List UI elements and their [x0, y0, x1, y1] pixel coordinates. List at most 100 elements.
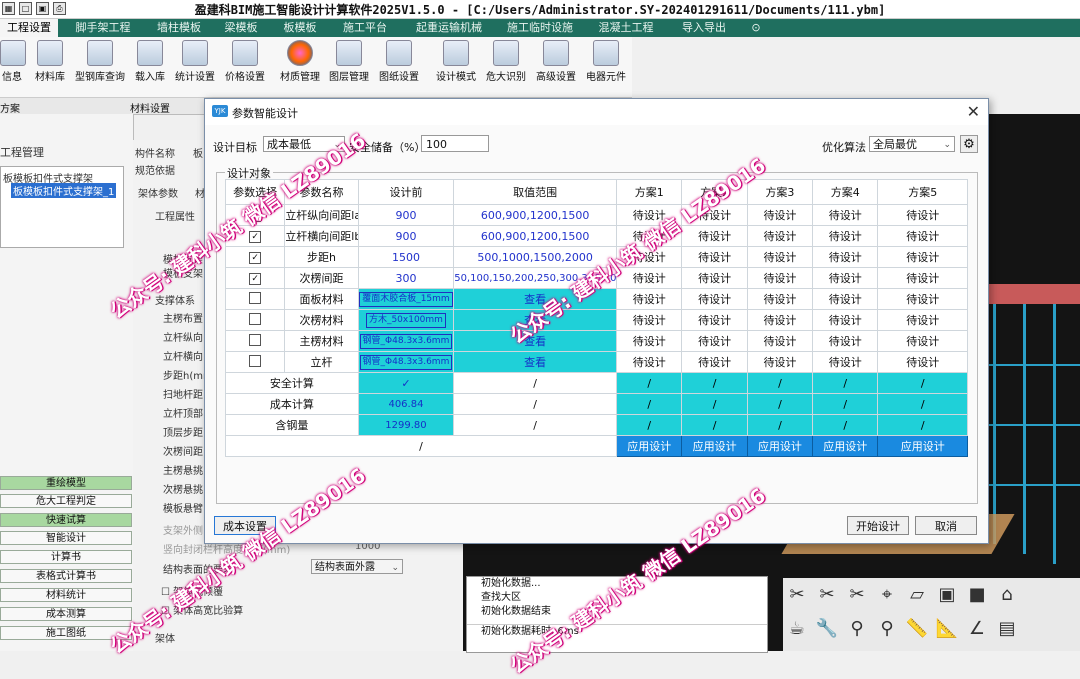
- project-management-panel: 工程管理 板模板扣件式支撑架 板模板扣件式支撑架_1 重绘模型 危大工程判定 快…: [0, 114, 134, 651]
- param-checkbox[interactable]: ✓: [224, 246, 286, 268]
- box-solid-icon[interactable]: ■: [965, 582, 989, 608]
- ribbon-electrical-element-button[interactable]: 电器元件: [583, 40, 629, 83]
- tab-frame-params[interactable]: 架体参数: [138, 185, 178, 200]
- param-checkbox[interactable]: [224, 351, 286, 373]
- apply-scheme-3-button[interactable]: 应用设计: [746, 435, 814, 457]
- tree-node-selected[interactable]: 板模板扣件式支撑架_1: [11, 183, 117, 198]
- hazard-judgement-button[interactable]: 危大工程判定: [0, 494, 132, 508]
- ribbon-statistics-settings-button[interactable]: 统计设置: [172, 40, 218, 83]
- safety-reserve-label: 安全储备（%）: [349, 141, 426, 154]
- cost-settings-button[interactable]: 成本设置: [214, 516, 276, 535]
- ruler-diagonal-icon[interactable]: 📐: [935, 616, 959, 642]
- output-log: 初始化数据... 查找大区 初始化数据结束 初始化数据耗时: 6ms: [466, 576, 768, 653]
- material-before[interactable]: 覆面木胶合板_15mm: [357, 288, 455, 310]
- param-before[interactable]: 900: [357, 225, 455, 247]
- ribbon-material-library-button[interactable]: 材料库: [31, 40, 69, 83]
- menu-project-settings[interactable]: 工程设置: [0, 19, 58, 37]
- apply-scheme-2-button[interactable]: 应用设计: [681, 435, 748, 457]
- view-range-button[interactable]: 查看: [453, 309, 618, 331]
- house-icon[interactable]: ⌂: [995, 582, 1019, 608]
- menu-expand-icon[interactable]: ⊙: [745, 19, 767, 37]
- ribbon-layer-manage-button[interactable]: 图层管理: [326, 40, 372, 83]
- param-range[interactable]: 600,900,1200,1500: [453, 225, 618, 247]
- ribbon-drawing-settings-button[interactable]: 图纸设置: [376, 40, 422, 83]
- optimization-algorithm-select[interactable]: 全局最优 ⌄: [869, 136, 955, 152]
- material-statistics-button[interactable]: 材料统计: [0, 588, 132, 602]
- ribbon-hazard-recognition-button[interactable]: 危大识别: [483, 40, 529, 83]
- apply-scheme-1-button[interactable]: 应用设计: [616, 435, 683, 457]
- scissors-icon[interactable]: ✂: [785, 582, 809, 608]
- material-before[interactable]: 钢管_Φ48.3x3.6mm: [357, 330, 455, 352]
- view-range-button[interactable]: 查看: [453, 288, 618, 310]
- scissors-icon[interactable]: ✂: [845, 582, 869, 608]
- param-checkbox[interactable]: [224, 330, 286, 352]
- close-icon[interactable]: ✕: [967, 102, 980, 121]
- scheme-cell: 待设计: [812, 288, 879, 310]
- apply-scheme-4-button[interactable]: 应用设计: [812, 435, 879, 457]
- menu-scaffold[interactable]: 脚手架工程: [66, 19, 140, 37]
- param-checkbox[interactable]: [224, 309, 286, 331]
- cancel-button[interactable]: 取消: [915, 516, 977, 535]
- menu-construction-platform[interactable]: 施工平台: [335, 19, 395, 37]
- cost-estimate-button[interactable]: 成本测算: [0, 607, 132, 621]
- param-before[interactable]: 900: [357, 204, 455, 226]
- param-checkbox[interactable]: ✓: [224, 225, 286, 247]
- menu-concrete[interactable]: 混凝土工程: [588, 19, 664, 37]
- structure-surface-select[interactable]: 结构表面外露 ⌄: [311, 559, 403, 574]
- gear-icon[interactable]: ⚙: [960, 135, 978, 153]
- ribbon-design-mode-button[interactable]: 设计模式: [433, 40, 479, 83]
- box-icon[interactable]: ▣: [935, 582, 959, 608]
- menu-wall-column-formwork[interactable]: 墙柱模板: [148, 19, 210, 37]
- start-design-button[interactable]: 开始设计: [847, 516, 909, 535]
- menu-slab-formwork[interactable]: 板模板: [275, 19, 325, 37]
- ruler-icon[interactable]: 📏: [905, 616, 929, 642]
- dwg-export-icon[interactable]: ▤: [995, 616, 1019, 642]
- param-range[interactable]: 600,900,1200,1500: [453, 204, 618, 226]
- axis-icon[interactable]: ⌖: [875, 582, 899, 608]
- scheme-cell: 待设计: [877, 288, 968, 310]
- menu-beam-formwork[interactable]: 梁模板: [216, 19, 266, 37]
- param-checkbox[interactable]: ✓: [224, 204, 286, 226]
- scissors-icon[interactable]: ✂: [815, 582, 839, 608]
- safety-reserve-input[interactable]: 100: [421, 135, 489, 152]
- ribbon-material-manage-button[interactable]: 材质管理: [278, 40, 322, 83]
- ribbon-steel-query-button[interactable]: 型钢库查询: [72, 40, 128, 83]
- scheme-result: /: [681, 414, 748, 436]
- height-width-ratio-checkbox[interactable]: ☐ 架体高宽比验算: [161, 602, 243, 617]
- wrench-icon[interactable]: 🔧: [815, 616, 839, 642]
- teapot-icon[interactable]: ☕: [785, 616, 809, 642]
- ribbon-price-settings-button[interactable]: 价格设置: [222, 40, 268, 83]
- param-before[interactable]: 1500: [357, 246, 455, 268]
- ribbon-load-library-button[interactable]: 载入库: [132, 40, 168, 83]
- param-range[interactable]: 50,100,150,200,250,300,350,400: [453, 267, 618, 289]
- apply-scheme-5-button[interactable]: 应用设计: [877, 435, 968, 457]
- construction-drawing-button[interactable]: 施工图纸: [0, 626, 132, 640]
- statistics-icon: [182, 40, 208, 66]
- angle-icon[interactable]: ∠: [965, 616, 989, 642]
- param-before[interactable]: 300: [357, 267, 455, 289]
- compass-measure-icon[interactable]: ⚲: [875, 616, 899, 642]
- view-range-button[interactable]: 查看: [453, 351, 618, 373]
- table-calculation-book-button[interactable]: 表格式计算书: [0, 569, 132, 583]
- menu-temporary-facilities[interactable]: 施工临时设施: [502, 19, 578, 37]
- material-before[interactable]: 钢管_Φ48.3x3.6mm: [357, 351, 455, 373]
- material-before[interactable]: 方木_50x100mm: [357, 309, 455, 331]
- smart-design-button[interactable]: 智能设计: [0, 531, 132, 545]
- param-checkbox[interactable]: ✓: [224, 267, 286, 289]
- menu-lifting-machinery[interactable]: 起重运输机械: [404, 19, 494, 37]
- calculation-book-button[interactable]: 计算书: [0, 550, 132, 564]
- menu-import-export[interactable]: 导入导出: [670, 19, 738, 37]
- redraw-model-button[interactable]: 重绘模型: [0, 476, 132, 490]
- project-tree[interactable]: 板模板扣件式支撑架 板模板扣件式支撑架_1: [0, 166, 124, 248]
- anti-overturn-checkbox[interactable]: ☐ 架体抗倾覆: [161, 583, 223, 598]
- cube-icon[interactable]: ▱: [905, 582, 929, 608]
- ribbon-advanced-settings-button[interactable]: 高级设置: [533, 40, 579, 83]
- ribbon-info-button[interactable]: 信息: [0, 40, 26, 83]
- design-target-select[interactable]: 成本最低 ⌄: [263, 136, 345, 152]
- view-range-button[interactable]: 查看: [453, 330, 618, 352]
- param-range[interactable]: 500,1000,1500,2000: [453, 246, 618, 268]
- compass-icon[interactable]: ⚲: [845, 616, 869, 642]
- component-name-value[interactable]: 板: [193, 145, 203, 160]
- param-checkbox[interactable]: [224, 288, 286, 310]
- quick-trial-button[interactable]: 快速试算: [0, 513, 132, 527]
